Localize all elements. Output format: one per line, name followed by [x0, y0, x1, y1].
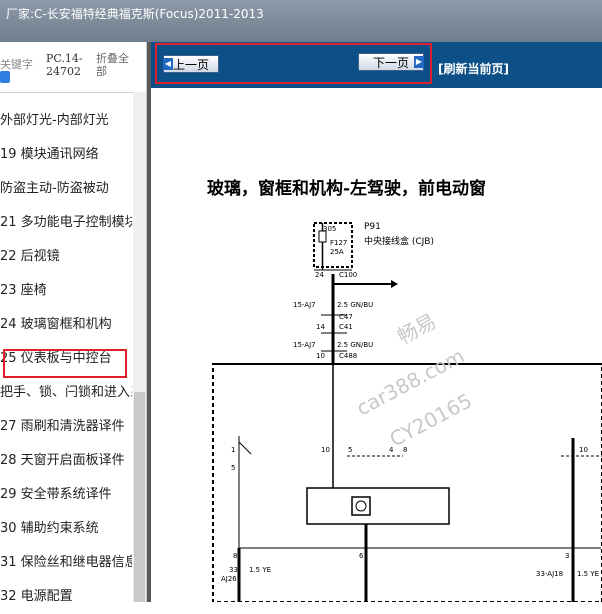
fuse-rating: 25A	[330, 248, 344, 256]
tree-item[interactable]: 22 后视镜	[0, 240, 132, 274]
collapse-all-button[interactable]: 折叠全 部	[96, 52, 129, 78]
connector-c47: C47	[339, 313, 353, 321]
sidebar-toolbar: 关键字 PC.14- 24702 折叠全 部	[0, 42, 146, 93]
switch-mid-pin-5: 5	[348, 446, 353, 454]
pc-label: PC.14- 24702	[46, 52, 83, 78]
wire-2: 2.5 GN/BU	[337, 341, 374, 349]
connector-c100: C100	[339, 271, 358, 279]
keyword-label[interactable]: 关键字	[0, 56, 33, 72]
window-title: 厂家:C-长安福特经典福克斯(Focus)2011-2013	[6, 7, 264, 21]
nav-bar: ◀ 上一页 下一页 ▶ [刷新当前页]	[151, 42, 602, 88]
tree-item[interactable]: 外部灯光-内部灯光	[0, 104, 132, 138]
fuse-box-name: 中央接线盒 (CJB)	[364, 237, 434, 247]
circuit-3: 33-	[229, 566, 241, 574]
pin-6: 6	[359, 552, 364, 560]
tree-item-selected[interactable]: 24 玻璃窗框和机构	[0, 308, 132, 342]
circuit-2: 15-AJ7	[293, 341, 316, 349]
circuit-4: 33-AJ18	[536, 570, 564, 578]
connector-c488: C488	[339, 352, 358, 360]
tree-item[interactable]: 23 座椅	[0, 274, 132, 308]
fuse-pin: 305	[323, 225, 337, 233]
circuit-3b: AJ26	[221, 575, 237, 583]
nav-highlight-box	[155, 43, 432, 84]
selection-highlight	[3, 349, 127, 378]
tree-item[interactable]: 把手、锁、闩锁和进入系统	[0, 376, 132, 410]
fuse-id: F127	[330, 239, 348, 247]
switch-left-pin-5: 5	[231, 464, 236, 472]
tree-item[interactable]: 28 天窗开启面板译件	[0, 444, 132, 478]
tree-item[interactable]: 30 辅助约束系统	[0, 512, 132, 546]
tree-item[interactable]: 31 保险丝和继电器信息	[0, 546, 132, 580]
sidebar-scrollbar[interactable]	[133, 92, 146, 602]
connector-c41: C41	[339, 323, 353, 331]
wire-3: 1.5 YE	[249, 566, 272, 574]
switch-mid-pin-4: 4	[389, 446, 394, 454]
fuse-box-code: P91	[364, 222, 381, 232]
document-page: 玻璃，窗框和机构-左驾驶，前电动窗 P91 中央接线盒 (CJB) 305 F1…	[151, 88, 602, 602]
wire-1: 2.5 GN/BU	[337, 301, 374, 309]
wire-4: 1.5 YE	[577, 570, 600, 578]
wiring-diagram	[212, 222, 602, 602]
tree-item[interactable]: 27 雨刷和清洗器译件	[0, 410, 132, 444]
pin-3: 3	[565, 552, 570, 560]
pin-10: 10	[316, 352, 325, 360]
scrollbar-thumb[interactable]	[134, 392, 145, 602]
refresh-page-link[interactable]: [刷新当前页]	[438, 60, 509, 77]
tree-item[interactable]: 32 电源配置	[0, 580, 132, 614]
tree-item[interactable]: 29 安全带系统译件	[0, 478, 132, 512]
tree-item[interactable]: 19 模块通讯网络	[0, 138, 132, 172]
sidebar: 关键字 PC.14- 24702 折叠全 部 外部灯光-内部灯光 19 模块通讯网…	[0, 42, 147, 604]
pin-14: 14	[316, 323, 325, 331]
pin-24: 24	[315, 271, 324, 279]
switch-mid-pin-10: 10	[321, 446, 330, 454]
search-icon[interactable]	[0, 71, 10, 83]
tree-item[interactable]: 防盗主动-防盗被动	[0, 172, 132, 206]
tree-item[interactable]: 21 多功能电子控制模块	[0, 206, 132, 240]
switch-left-pin-1: 1	[231, 446, 236, 454]
pin-8: 8	[233, 552, 238, 560]
title-bar: 厂家:C-长安福特经典福克斯(Focus)2011-2013	[0, 0, 602, 42]
switch-right-pin-10: 10	[579, 446, 588, 454]
circuit-1: 15-AJ7	[293, 301, 316, 309]
